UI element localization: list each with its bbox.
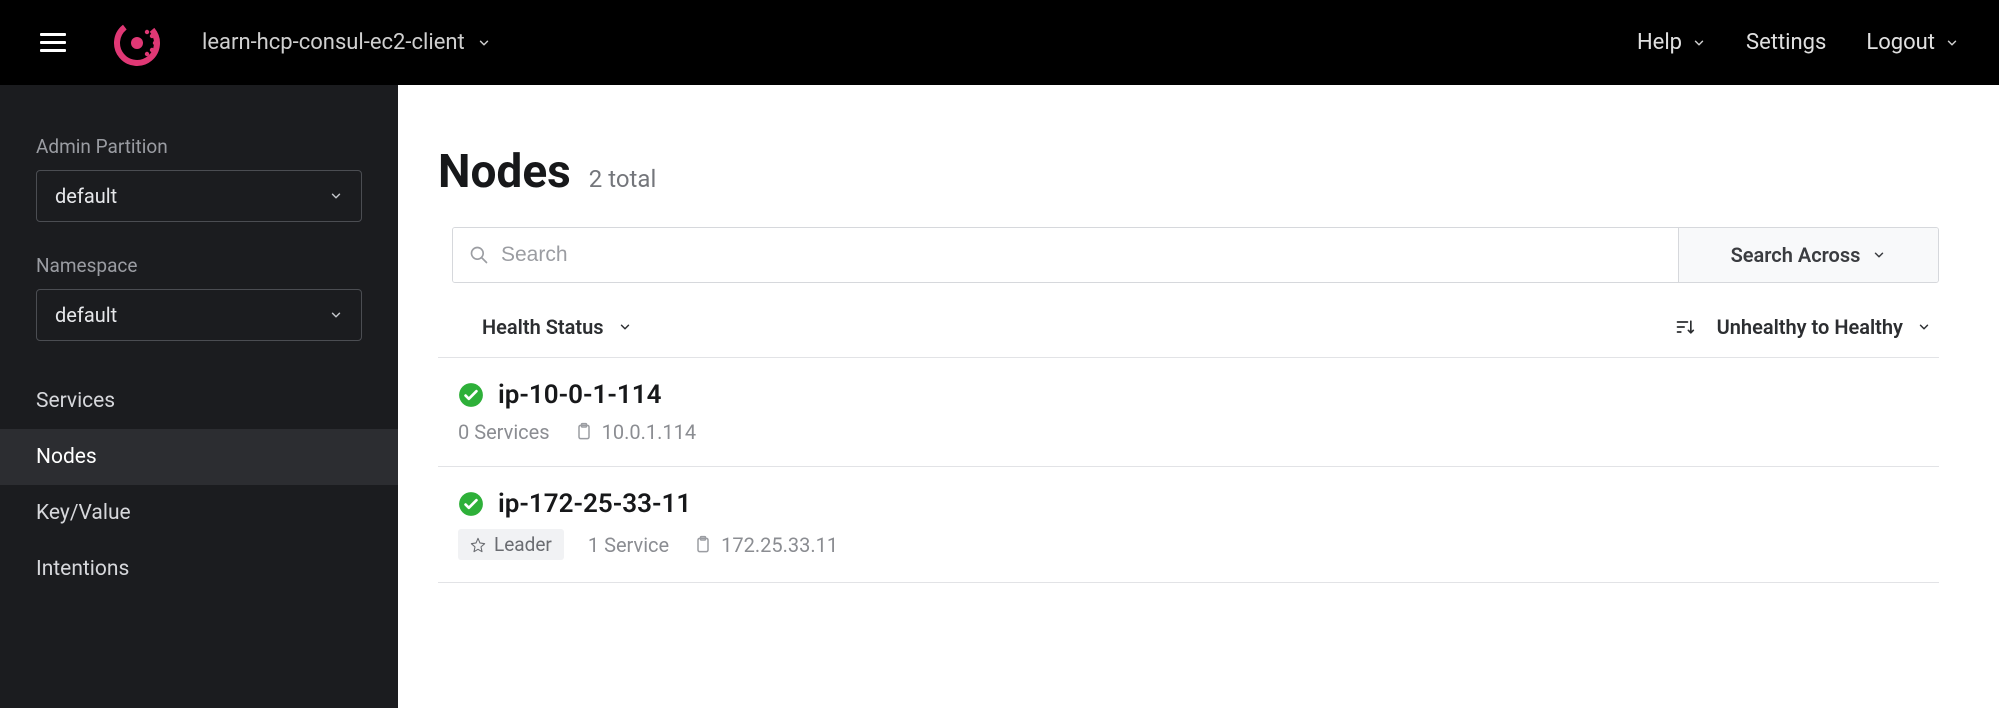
node-address-group: 10.0.1.114 [574,420,697,444]
sidebar-item-nodes[interactable]: Nodes [0,429,398,485]
leader-label: Leader [494,533,552,556]
search-icon [469,245,489,265]
sidebar: Admin Partition default Namespace defaul… [0,85,398,708]
admin-partition-select[interactable]: default [36,170,362,222]
leader-badge: Leader [458,529,564,560]
node-address-group: 172.25.33.11 [693,533,838,557]
consul-logo [112,18,162,68]
sort-selector[interactable]: Unhealthy to Healthy [1675,315,1931,339]
chevron-down-icon [618,320,632,334]
sidebar-item-label: Nodes [36,445,97,469]
namespace-label: Namespace [0,254,398,289]
chevron-down-icon [1917,320,1931,334]
node-services-count: 0 Services [458,420,550,444]
node-name: ip-172-25-33-11 [498,489,691,519]
chevron-down-icon [329,189,343,203]
namespace-select[interactable]: default [36,289,362,341]
logout-label: Logout [1866,30,1935,55]
sidebar-item-intentions[interactable]: Intentions [0,541,398,597]
node-address: 10.0.1.114 [602,420,697,444]
admin-partition-label: Admin Partition [0,135,398,170]
topbar: learn-hcp-consul-ec2-client Help Setting… [0,0,1999,85]
datacenter-name: learn-hcp-consul-ec2-client [202,30,465,55]
topnav: Help Settings Logout [1637,30,1959,55]
admin-partition-value: default [55,184,117,208]
settings-label: Settings [1746,30,1826,55]
node-row[interactable]: ip-10-0-1-114 0 Services 10.0.1.114 [438,358,1939,467]
chevron-down-icon [329,308,343,322]
chevron-down-icon [1945,36,1959,50]
datacenter-selector[interactable]: learn-hcp-consul-ec2-client [202,30,491,55]
search-input[interactable] [501,243,1662,267]
node-name: ip-10-0-1-114 [498,380,662,410]
sort-label: Unhealthy to Healthy [1717,315,1903,339]
sidebar-item-services[interactable]: Services [0,373,398,429]
chevron-down-icon [477,36,491,50]
menu-toggle-button[interactable] [40,27,72,59]
search-across-button[interactable]: Search Across [1678,228,1938,282]
sort-icon [1675,317,1695,337]
help-label: Help [1637,30,1682,55]
clipboard-icon [693,535,713,555]
health-passing-icon [458,491,484,517]
filter-row: Health Status Unhealthy to Healthy [438,305,1939,358]
health-status-filter[interactable]: Health Status [482,315,632,339]
main-content: Nodes 2 total Search Across Health Statu… [398,85,1999,708]
node-services-count: 1 Service [588,533,669,557]
sidebar-item-keyvalue[interactable]: Key/Value [0,485,398,541]
page-header: Nodes 2 total [438,145,1939,199]
help-menu[interactable]: Help [1637,30,1706,55]
sidebar-item-label: Intentions [36,557,129,581]
search-input-container [453,228,1678,282]
chevron-down-icon [1872,248,1886,262]
star-icon [470,537,486,553]
namespace-value: default [55,303,117,327]
search-bar: Search Across [452,227,1939,283]
node-row[interactable]: ip-172-25-33-11 Leader 1 Service [438,467,1939,583]
node-list: ip-10-0-1-114 0 Services 10.0.1.114 [438,358,1939,583]
page-title: Nodes [438,145,571,199]
sidebar-item-label: Key/Value [36,501,131,525]
node-address: 172.25.33.11 [721,533,838,557]
health-passing-icon [458,382,484,408]
page-subtitle: 2 total [589,165,657,193]
logout-menu[interactable]: Logout [1866,30,1959,55]
search-across-label: Search Across [1731,243,1861,267]
sidebar-item-label: Services [36,389,115,413]
settings-link[interactable]: Settings [1746,30,1826,55]
health-status-label: Health Status [482,315,604,339]
chevron-down-icon [1692,36,1706,50]
sidebar-nav: Services Nodes Key/Value Intentions [0,373,398,597]
clipboard-icon [574,422,594,442]
